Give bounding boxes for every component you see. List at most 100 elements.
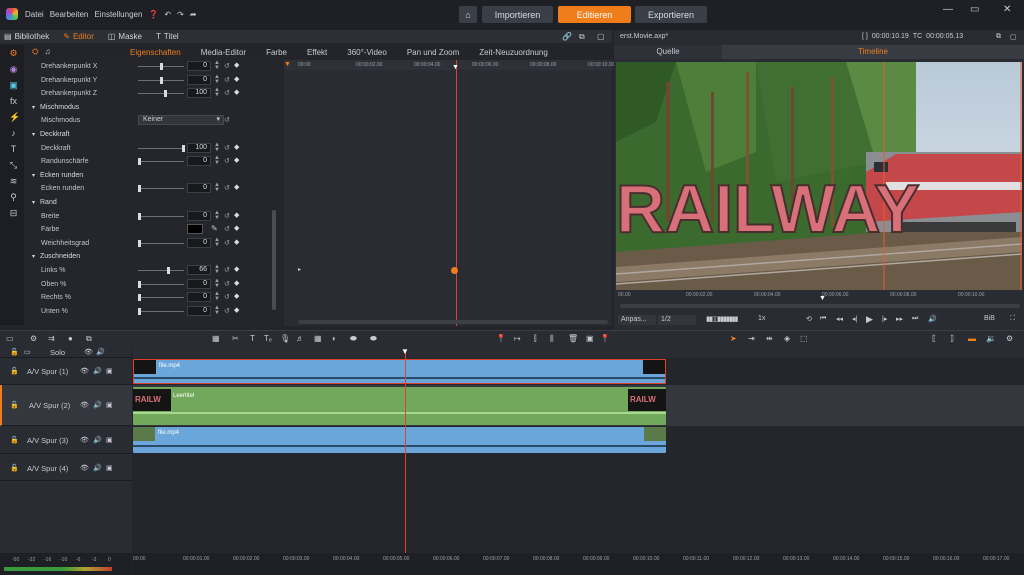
- track2-mute-icon[interactable]: 🔊: [93, 401, 102, 409]
- in-point-icon[interactable]: ⟦: [932, 334, 936, 343]
- property-value-input[interactable]: 0: [187, 305, 211, 316]
- slider-knob[interactable]: [160, 76, 163, 84]
- section-label[interactable]: Zuschneiden: [32, 253, 80, 260]
- delete-icon[interactable]: 🗑: [568, 334, 578, 343]
- tab-library[interactable]: ▤ Bibliothek: [0, 32, 59, 41]
- spinner-icon[interactable]: ▲ ▼: [214, 142, 220, 153]
- reset-icon[interactable]: ↺: [224, 184, 230, 192]
- play-icon[interactable]: ▶: [866, 314, 873, 325]
- keyframe-diamond-icon[interactable]: ◆: [234, 156, 239, 164]
- solo-toggle-icon[interactable]: ▭: [24, 348, 31, 356]
- section-label[interactable]: Ecken runden: [32, 172, 83, 179]
- slider-knob[interactable]: [138, 280, 141, 288]
- track4-mute-icon[interactable]: 🔊: [93, 464, 102, 472]
- subtitle-tool-icon[interactable]: ⊟: [9, 209, 18, 218]
- keyframe-diamond-icon[interactable]: ◆: [234, 61, 239, 69]
- undo-icon[interactable]: ↶: [164, 10, 171, 19]
- menu-edit[interactable]: Bearbeiten: [50, 10, 89, 19]
- lock-icon[interactable]: ▣: [586, 334, 594, 343]
- chevron-down-icon[interactable]: ▾: [32, 172, 35, 179]
- slider-knob[interactable]: [164, 90, 167, 98]
- help-icon[interactable]: ❓: [148, 10, 158, 19]
- import-button[interactable]: Importieren: [482, 6, 553, 23]
- volume-meter-icon[interactable]: ▮▮▯▯▮▮▮▮▮▮▮: [706, 315, 738, 323]
- frame-forward-icon[interactable]: |▸: [882, 315, 887, 323]
- link-icon[interactable]: 🔗: [562, 32, 572, 41]
- spinner-icon[interactable]: ▲ ▼: [214, 155, 220, 166]
- text-tool-icon[interactable]: T: [9, 145, 18, 154]
- spinner-icon[interactable]: ▲ ▼: [214, 60, 220, 71]
- chevron-down-icon[interactable]: ▾: [32, 253, 35, 260]
- grid-icon[interactable]: ▦: [314, 334, 322, 343]
- tab-mask[interactable]: ◫ Maske: [104, 32, 152, 41]
- reset-icon[interactable]: ↺: [224, 62, 230, 70]
- fullscreen-icon[interactable]: ⛶: [1010, 315, 1015, 323]
- pip-toggle[interactable]: BiB: [984, 315, 995, 322]
- frame-back-icon[interactable]: ◂|: [852, 315, 857, 323]
- spinner-icon[interactable]: ▲ ▼: [214, 278, 220, 289]
- razor-icon[interactable]: ✂: [232, 334, 239, 343]
- volume-icon[interactable]: 🔊: [928, 315, 937, 323]
- step-back-icon[interactable]: ◂◂: [836, 315, 843, 323]
- spinner-icon[interactable]: ▲ ▼: [214, 305, 220, 316]
- menu-settings[interactable]: Einstellungen: [94, 10, 142, 19]
- spinner-icon[interactable]: ▲ ▼: [214, 74, 220, 85]
- title-tool-icon[interactable]: T: [250, 334, 255, 343]
- snap-icon[interactable]: ⇉: [48, 334, 55, 343]
- spinner-icon[interactable]: ▲ ▼: [214, 237, 220, 248]
- preview-maximize-icon[interactable]: ▢: [1010, 33, 1017, 41]
- eyedropper-icon[interactable]: ✎: [211, 224, 218, 233]
- speed-dropdown[interactable]: 1x: [758, 315, 765, 322]
- panel-maximize-icon[interactable]: ▢: [597, 32, 605, 41]
- audio-mix-icon[interactable]: ♬: [296, 334, 304, 343]
- spinner-icon[interactable]: ▲ ▼: [214, 291, 220, 302]
- subtab-color[interactable]: Farbe: [266, 48, 287, 57]
- slider-knob[interactable]: [160, 63, 163, 70]
- subtab-time-remap[interactable]: Zeit-Neuzuordnung: [479, 48, 547, 57]
- reset-icon[interactable]: ↺: [224, 239, 230, 247]
- marker-next-icon[interactable]: ↦: [514, 334, 521, 343]
- tracks-menu-icon[interactable]: ▭: [6, 334, 14, 343]
- property-value-input[interactable]: 0: [187, 183, 211, 194]
- loop-icon[interactable]: ⟲: [806, 315, 812, 323]
- flash-tool-icon[interactable]: ⚡: [9, 113, 20, 122]
- track-header-3[interactable]: 🔓 A/V Spur (3) 👁 🔊 ▣: [0, 426, 132, 454]
- minimize-icon[interactable]: —: [943, 4, 953, 15]
- subtab-properties[interactable]: Eigenschaften: [130, 48, 181, 57]
- effects-icon[interactable]: ⬬: [350, 334, 357, 344]
- reset-icon[interactable]: ↺: [224, 116, 230, 124]
- share-icon[interactable]: ➦: [190, 10, 197, 19]
- track4-visibility-icon[interactable]: 👁: [80, 464, 89, 472]
- reset-icon[interactable]: ↺: [224, 307, 230, 315]
- track3-monitor-icon[interactable]: ▣: [106, 436, 113, 444]
- property-value-input[interactable]: 0: [187, 210, 211, 221]
- audio-props-icon[interactable]: ♫: [45, 47, 51, 56]
- property-slider[interactable]: [138, 185, 184, 193]
- close-icon[interactable]: ✕: [1003, 4, 1011, 15]
- video-clip-track3[interactable]: file.mp4: [133, 427, 666, 453]
- video-clip-track1[interactable]: file.mp4: [133, 359, 666, 384]
- tab-source[interactable]: Quelle: [614, 45, 722, 59]
- motion-tool-icon[interactable]: ⚲: [9, 193, 18, 202]
- fit-dropdown[interactable]: Anpas...: [618, 315, 656, 325]
- title-clip-track2[interactable]: RAILW RAILW Leertitel: [133, 387, 666, 425]
- property-slider[interactable]: [138, 90, 184, 98]
- redo-icon[interactable]: ↷: [177, 10, 184, 19]
- out-point-icon[interactable]: ⟧: [950, 334, 954, 343]
- reset-icon[interactable]: ↺: [224, 212, 230, 220]
- pin-icon[interactable]: 📍: [600, 334, 610, 343]
- keyframe-diamond-icon[interactable]: ◆: [234, 238, 239, 246]
- property-value-input[interactable]: 0: [187, 61, 211, 71]
- transition-tool-icon[interactable]: ▣: [9, 81, 18, 90]
- reset-icon[interactable]: ↺: [224, 89, 230, 97]
- property-value-input[interactable]: 100: [187, 142, 211, 153]
- reset-icon[interactable]: ↺: [224, 280, 230, 288]
- skip-start-icon[interactable]: ⏮: [820, 315, 826, 323]
- chevron-down-icon[interactable]: ▾: [32, 199, 35, 206]
- reset-icon[interactable]: ↺: [224, 157, 230, 165]
- property-value-input[interactable]: 0: [187, 74, 211, 85]
- track1-visibility-icon[interactable]: 👁: [80, 367, 89, 375]
- speaker-icon[interactable]: 🔉: [986, 334, 996, 343]
- keyframe-diamond-icon[interactable]: ◆: [234, 183, 239, 191]
- skip-end-icon[interactable]: ⏭: [912, 315, 918, 323]
